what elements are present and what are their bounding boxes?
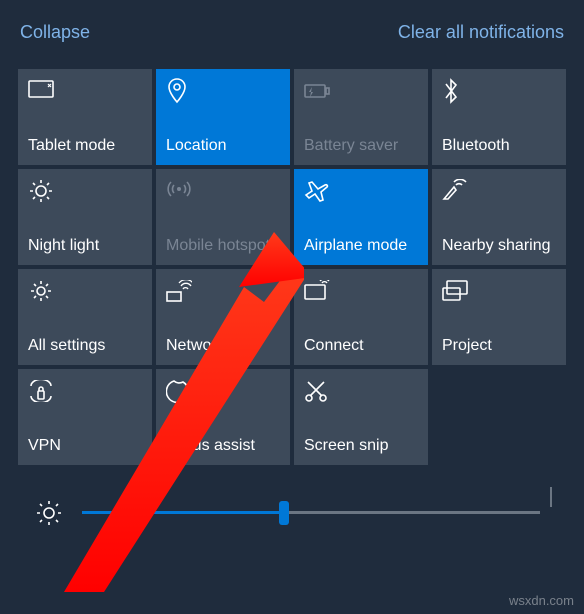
watermark: wsxdn.com <box>509 593 574 608</box>
slider-thumb[interactable] <box>279 501 289 525</box>
tile-label: Battery saver <box>304 137 418 155</box>
tile-label: Project <box>442 337 556 355</box>
tile-label: Bluetooth <box>442 137 556 155</box>
settings-icon <box>28 277 56 305</box>
tile-label: Night light <box>28 237 142 255</box>
tile-project[interactable]: Project <box>432 269 566 365</box>
brightness-row <box>16 465 568 531</box>
project-icon <box>442 277 470 305</box>
battery-saver-icon <box>304 77 332 105</box>
tile-night-light[interactable]: Night light <box>18 169 152 265</box>
quick-actions-grid: Tablet mode Location Battery saver Bluet… <box>18 69 566 465</box>
tile-label: Focus assist <box>166 437 280 455</box>
tile-tablet-mode[interactable]: Tablet mode <box>18 69 152 165</box>
slider-track <box>284 511 540 514</box>
tile-battery-saver[interactable]: Battery saver <box>294 69 428 165</box>
tile-network[interactable]: Network <box>156 269 290 365</box>
vpn-icon <box>28 377 56 405</box>
tile-screen-snip[interactable]: Screen snip <box>294 369 428 465</box>
tile-connect[interactable]: Connect <box>294 269 428 365</box>
tile-label: Mobile hotspot <box>166 237 280 255</box>
nearby-icon <box>442 177 470 205</box>
action-center-panel: Collapse Clear all notifications Tablet … <box>0 0 584 614</box>
tile-label: Network <box>166 337 280 355</box>
tile-label: Tablet mode <box>28 137 142 155</box>
tile-mobile-hotspot[interactable]: Mobile hotspot <box>156 169 290 265</box>
clear-notifications-link[interactable]: Clear all notifications <box>398 22 564 43</box>
tablet-mode-icon <box>28 77 56 105</box>
tile-label: Screen snip <box>304 437 418 455</box>
tile-bluetooth[interactable]: Bluetooth <box>432 69 566 165</box>
tile-airplane-mode[interactable]: Airplane mode <box>294 169 428 265</box>
hotspot-icon <box>166 177 194 205</box>
tile-all-settings[interactable]: All settings <box>18 269 152 365</box>
brightness-icon <box>34 498 64 528</box>
tile-label: Connect <box>304 337 418 355</box>
tile-focus-assist[interactable]: Focus assist <box>156 369 290 465</box>
focus-icon <box>166 377 194 405</box>
topbar: Collapse Clear all notifications <box>16 12 568 69</box>
bluetooth-icon <box>442 77 470 105</box>
collapse-link[interactable]: Collapse <box>20 22 90 43</box>
tile-nearby-sharing[interactable]: Nearby sharing <box>432 169 566 265</box>
tile-label: Airplane mode <box>304 237 418 255</box>
connect-icon <box>304 277 332 305</box>
tile-label: VPN <box>28 437 142 455</box>
tile-label: Nearby sharing <box>442 237 556 255</box>
slider-track-active <box>82 511 284 514</box>
location-icon <box>166 77 194 105</box>
tile-label: All settings <box>28 337 142 355</box>
snip-icon <box>304 377 332 405</box>
tile-location[interactable]: Location <box>156 69 290 165</box>
tile-label: Location <box>166 137 280 155</box>
network-icon <box>166 277 194 305</box>
night-light-icon <box>28 177 56 205</box>
brightness-slider[interactable] <box>82 495 540 531</box>
slider-end-tick <box>550 487 552 507</box>
airplane-icon <box>304 177 332 205</box>
tile-vpn[interactable]: VPN <box>18 369 152 465</box>
